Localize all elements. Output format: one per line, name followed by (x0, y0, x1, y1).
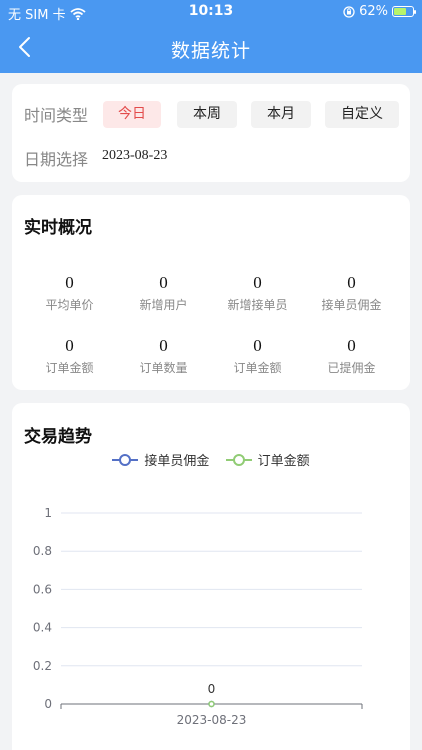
time-option-week[interactable]: 本周 (177, 101, 237, 128)
overview-title: 实时概况 (24, 218, 92, 238)
y-tick-label: 1 (44, 506, 52, 520)
y-tick-label: 0.6 (33, 582, 52, 596)
battery-icon (392, 6, 416, 17)
battery-percent: 62% (359, 4, 388, 19)
legend-marker-icon (225, 453, 252, 466)
chart-legend: 接单员佣金 订单金额 (12, 450, 410, 471)
y-tick-label: 0.2 (33, 659, 52, 673)
time-option-month[interactable]: 本月 (251, 101, 311, 128)
stat-order-count: 0 订单数量 (139, 336, 188, 375)
overview-card: 实时概况 0 平均单价 0 新增用户 0 新增接单员 0 接单员佣金 0 订单金… (12, 195, 410, 390)
status-bar: 无 SIM 卡 10:13 62% (0, 0, 422, 24)
stat-avg-price: 0 平均单价 (45, 273, 94, 312)
date-select-label: 日期选择 (24, 150, 89, 169)
stat-new-users: 0 新增用户 (139, 273, 188, 312)
filter-card: 时间类型 今日 本周 本月 自定义 日期选择 2023-08-23 (12, 84, 410, 182)
legend-marker-icon (112, 453, 139, 466)
app-header: 无 SIM 卡 10:13 62% 数据统计 (0, 0, 422, 73)
trend-title: 交易趋势 (24, 427, 92, 447)
time-option-today[interactable]: 今日 (103, 101, 161, 128)
stat-withdrawn-commission: 0 已提佣金 (327, 336, 376, 375)
time-option-custom[interactable]: 自定义 (325, 101, 399, 128)
x-tick-label: 2023-08-23 (177, 713, 247, 727)
trend-card: 交易趋势 接单员佣金 订单金额 1 0.8 0.6 0.4 0.2 0 2023-08-23… (12, 403, 410, 750)
y-tick-label: 0.8 (33, 544, 52, 558)
legend-item-commission[interactable]: 接单员佣金 (112, 450, 209, 469)
orientation-lock-icon (343, 5, 355, 18)
date-picker-value[interactable]: 2023-08-23 (102, 148, 167, 164)
data-point-2 (208, 700, 215, 708)
stat-order-amount: 0 订单金额 (45, 336, 94, 375)
stat-new-workers: 0 新增接单员 (227, 273, 288, 312)
page-title: 数据统计 (170, 40, 251, 62)
stat-order-amount-2: 0 订单金额 (233, 336, 282, 375)
stat-worker-commission: 0 接单员佣金 (321, 273, 382, 312)
y-tick-label: 0.4 (33, 621, 52, 635)
legend-item-order-amount[interactable]: 订单金额 (225, 450, 310, 469)
time-type-label: 时间类型 (24, 106, 89, 125)
y-tick-label: 0 (44, 697, 52, 711)
trend-line-chart: 1 0.8 0.6 0.4 0.2 0 2023-08-23 0 (33, 506, 363, 727)
data-label: 0 (208, 682, 216, 696)
